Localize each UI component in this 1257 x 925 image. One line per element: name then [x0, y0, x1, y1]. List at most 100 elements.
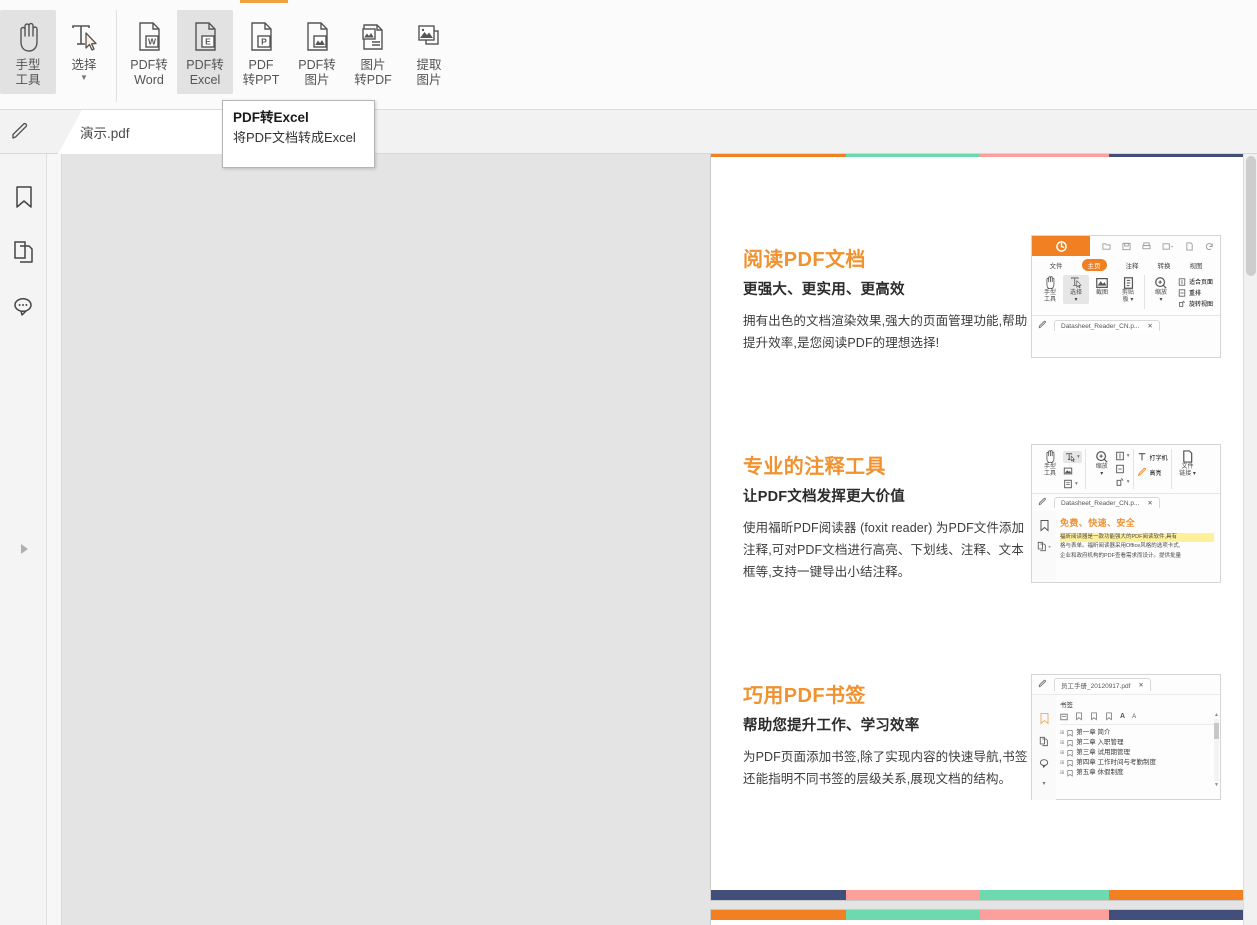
- close-icon[interactable]: ✕: [1147, 499, 1152, 507]
- expand-plus-icon[interactable]: ⊞: [1060, 728, 1064, 738]
- mini-hand-tool[interactable]: 手型 工具: [1037, 275, 1063, 304]
- ribbon-group-convert-tools: W PDF转 Word E PDF转 Excel P PDF 转PPT PDF转…: [121, 10, 457, 102]
- rotate-view-icon: [1179, 300, 1185, 307]
- scrollbar-thumb[interactable]: [1246, 156, 1256, 276]
- mini-select-tool[interactable]: 选择 ▾: [1063, 275, 1089, 304]
- pdf-to-excel-button[interactable]: E PDF转 Excel: [177, 10, 233, 94]
- mini-file-tab-3-label: 员工手册_20120917.pdf: [1061, 683, 1131, 690]
- mini-tab-comment[interactable]: 注释: [1126, 260, 1139, 270]
- mini-file-tab-row-3: 员工手册_20120917.pdf ✕: [1032, 675, 1220, 695]
- sidebar-item-pages[interactable]: [0, 224, 47, 279]
- bookmark-tree-item[interactable]: ⊞ 第五章 休假制度: [1060, 768, 1216, 778]
- mini-tab-file[interactable]: 文件: [1050, 260, 1063, 270]
- close-icon[interactable]: ✕: [1138, 681, 1143, 689]
- extract-image-button[interactable]: 提取 图片: [401, 10, 457, 94]
- mini-clipboard-tool[interactable]: 剪贴 板 ▾: [1115, 275, 1141, 304]
- foxit-reader-window: 手型 工具 选择 ▼ W PDF转 Word E PDF转 Excel P PD…: [0, 0, 1257, 925]
- mini-doc-link-tool[interactable]: 文件 链接 ▾: [1175, 449, 1201, 478]
- chevron-down-icon[interactable]: ▾: [1075, 481, 1078, 487]
- hand-icon: [1043, 449, 1057, 464]
- bookmark-icon: [1040, 713, 1048, 725]
- expand-plus-icon[interactable]: ⊞: [1060, 758, 1064, 768]
- image-to-pdf-button[interactable]: 图片 转PDF: [345, 10, 401, 94]
- mini-bookmark-scrollbar[interactable]: ▲ ▼: [1214, 712, 1219, 788]
- color-bar-navy: [711, 890, 846, 900]
- pdf-to-word-button[interactable]: W PDF转 Word: [121, 10, 177, 94]
- fit-page-icon: [1115, 451, 1124, 461]
- bookmark-icon: [13, 184, 35, 210]
- mini-ribbon-tools: 手型 工具 选择 ▾ 截图 剪贴 板 ▾ 缩放 ▾ 适合页面 重排 旋转视图: [1032, 273, 1220, 315]
- document-vertical-scrollbar[interactable]: [1243, 154, 1257, 925]
- typewriter-icon: [1138, 453, 1145, 461]
- mini-zoom-tool-2[interactable]: 缩放 ▾: [1089, 449, 1115, 478]
- section-annotation-body: 使用福昕PDF阅读器 (foxit reader) 为PDF文件添加注释,可对P…: [743, 521, 1025, 579]
- sidebar-item-comments[interactable]: [0, 279, 47, 334]
- bookmark-tree-item[interactable]: ⊞ 第四章 工作时间与考勤制度: [1060, 758, 1216, 768]
- screenshot-reader-home-ribbon: 文件 主页 注释 转换 视图 手型 工具 选择 ▾ 截图 剪贴 板 ▾ 缩放 ▾…: [1031, 235, 1221, 358]
- mini-tab-view[interactable]: 视图: [1190, 260, 1203, 270]
- bookmark-tree-item[interactable]: ⊞ 第二章 入职管理: [1060, 738, 1216, 748]
- zoom-icon: [1154, 275, 1168, 290]
- chevron-down-icon[interactable]: ▾: [1127, 453, 1130, 459]
- bookmark-icon: [1067, 759, 1073, 767]
- pdf-to-ppt-button[interactable]: P PDF 转PPT: [233, 10, 289, 94]
- chevron-up-icon[interactable]: ▲: [1214, 712, 1219, 718]
- mini-bookmark-panel: 书签 A A ⊞ 第一章 简介 ⊞ 第二章 入职管理 ⊞ 第三章 试用期管理 ⊞…: [1056, 695, 1220, 800]
- mini-zoom-2-label-2: ▾: [1100, 471, 1104, 477]
- select-tool-chevron-down-icon[interactable]: ▼: [80, 74, 88, 82]
- expand-right-arrow-icon[interactable]: ▸: [1049, 544, 1052, 550]
- mini-fit-page-label[interactable]: 适合页面: [1189, 277, 1213, 286]
- expand-panel-button[interactable]: [0, 534, 47, 564]
- bookmark-tree-item[interactable]: ⊞ 第三章 试用期管理: [1060, 748, 1216, 758]
- mini-tab-home[interactable]: 主页: [1081, 258, 1107, 271]
- mini-preview-line-3: 企业和政府机构的PDF查看需求而设计。提供批量: [1060, 553, 1182, 559]
- pages-icon: [1039, 736, 1048, 747]
- hand-tool-button[interactable]: 手型 工具: [0, 10, 56, 94]
- mini-highlight-label[interactable]: 高亮: [1150, 468, 1162, 477]
- mini-file-tab-2[interactable]: Datasheet_Reader_CN.p... ✕: [1054, 497, 1160, 508]
- mini-hand-tool-2[interactable]: 手型 工具: [1037, 449, 1063, 478]
- font-bigger-icon[interactable]: A: [1120, 713, 1125, 720]
- mini-rotate-label[interactable]: 旋转视图: [1189, 299, 1213, 308]
- bookmark-tree-item[interactable]: ⊞ 第一章 简介: [1060, 728, 1216, 738]
- doc-word-icon: W: [132, 16, 166, 58]
- select-tool-button[interactable]: 选择 ▼: [56, 10, 112, 94]
- mini-snapshot-tool[interactable]: 截图: [1089, 275, 1115, 297]
- mini-file-tab[interactable]: Datasheet_Reader_CN.p... ✕: [1054, 320, 1160, 331]
- pdf-to-ppt-label-1: PDF: [248, 58, 274, 72]
- mini-tab-convert[interactable]: 转换: [1158, 260, 1171, 270]
- close-icon[interactable]: ✕: [1147, 322, 1152, 330]
- pdf-page-2: [710, 909, 1250, 925]
- text-select-icon: [1066, 453, 1075, 462]
- chevron-down-icon[interactable]: ▼: [1214, 782, 1219, 788]
- markup-pencil-icon: [1038, 497, 1046, 506]
- mini-preview-area: ▸ 免费、快速、安全 福昕阅读器是一款功能强大的PDF阅读软件,具有 格与表单。…: [1032, 511, 1220, 582]
- mini-zoom-tool[interactable]: 缩放 ▾: [1148, 275, 1174, 304]
- mini-zoom-label-2: ▾: [1159, 297, 1163, 303]
- sidebar-item-bookmark[interactable]: [0, 169, 47, 224]
- expand-plus-icon[interactable]: ⊞: [1060, 738, 1064, 748]
- mini-preview-heading: 免费、快速、安全: [1060, 518, 1136, 528]
- color-bar-teal: [845, 154, 980, 157]
- markup-pencil-icon[interactable]: [8, 121, 32, 145]
- expand-right-arrow-icon: [18, 542, 30, 556]
- expand-plus-icon[interactable]: ⊞: [1060, 748, 1064, 758]
- tooltip-title: PDF转Excel: [233, 110, 309, 125]
- mini-preview-line-2: 格与表单。福昕阅读器采用Office风格的选项卡式,: [1060, 543, 1181, 549]
- mini-reflow-label[interactable]: 重排: [1189, 288, 1201, 297]
- chevron-down-icon[interactable]: ▾: [1127, 479, 1130, 485]
- mini-typewriter-label[interactable]: 打字机: [1150, 453, 1168, 462]
- section-bookmarks-body: 为PDF页面添加书签,除了实现内容的快速导航,书签还能指明不同书签的层级关系,展…: [743, 750, 1028, 786]
- chevron-down-icon[interactable]: ▾: [1077, 454, 1080, 460]
- pdf-to-image-button[interactable]: PDF转 图片: [289, 10, 345, 94]
- mini-select-tool-label-2: ▾: [1074, 297, 1078, 303]
- mini-scrollbar-thumb[interactable]: [1214, 723, 1219, 739]
- font-smaller-icon[interactable]: A: [1132, 714, 1136, 720]
- section-pdf-bookmarks: 巧用PDF书签 帮助您提升工作、学习效率 为PDF页面添加书签,除了实现内容的快…: [711, 674, 1249, 800]
- expand-plus-icon[interactable]: ⊞: [1060, 768, 1064, 778]
- chevron-down-icon[interactable]: ▾: [1042, 780, 1045, 787]
- page2-top-color-bars: [711, 910, 1249, 920]
- document-viewport[interactable]: 阅读PDF文档 更强大、更实用、更高效 拥有出色的文档渲染效果,强大的页面管理功…: [62, 154, 1257, 925]
- panel-divider: [47, 154, 62, 925]
- mini-file-tab-3[interactable]: 员工手册_20120917.pdf ✕: [1054, 678, 1151, 691]
